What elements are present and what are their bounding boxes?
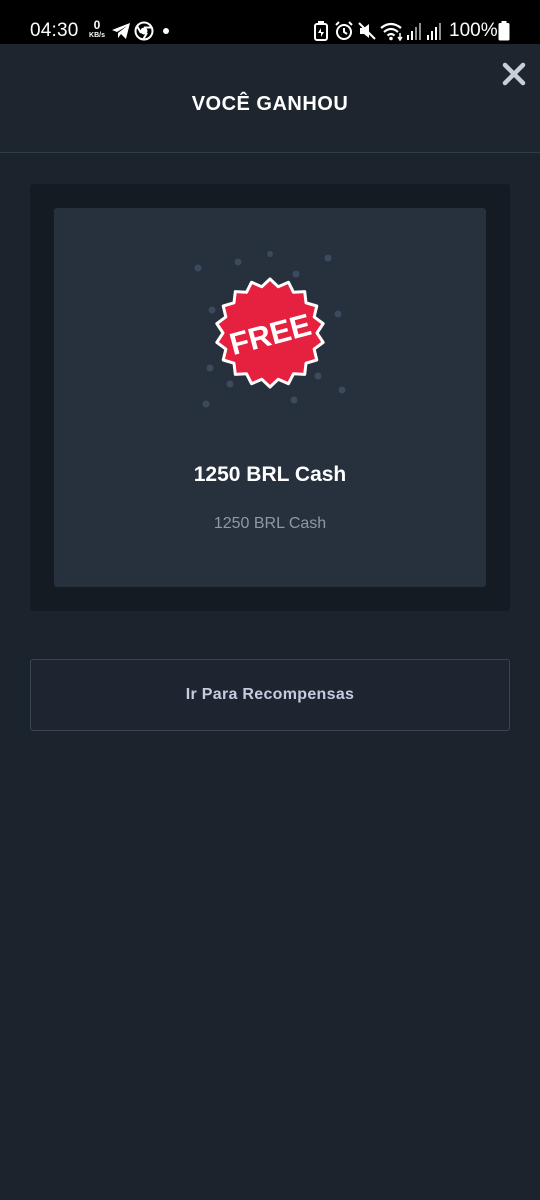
status-bar: 04:30 0 KB/s 100%: [0, 0, 540, 44]
telegram-icon: [112, 23, 130, 39]
signal-icon: [427, 23, 441, 40]
signal-icon: [407, 23, 421, 40]
free-badge-icon: FREE: [194, 251, 346, 408]
sheet-header: VOCÊ GANHOU: [0, 44, 540, 153]
battery-saver-icon: [314, 21, 328, 41]
close-icon[interactable]: [502, 62, 526, 86]
chrome-icon: [134, 21, 154, 41]
reward-sheet: VOCÊ GANHOU FREE 1250 BRL Cash 1250 BRL …: [0, 44, 540, 1200]
status-time: 04:30: [30, 20, 79, 41]
network-speed-value: 0: [93, 18, 101, 32]
wifi-icon: [380, 22, 403, 41]
close-button[interactable]: [498, 58, 530, 90]
reward-name: 1250 BRL Cash: [193, 463, 347, 486]
network-speed: 0 KB/s: [87, 18, 107, 40]
dot-icon: [163, 28, 169, 34]
battery-icon: [498, 21, 510, 41]
page-title: VOCÊ GANHOU: [191, 93, 349, 115]
mute-icon: [358, 22, 376, 40]
reward-card: FREE 1250 BRL Cash 1250 BRL Cash: [54, 208, 486, 587]
reward-panel: FREE 1250 BRL Cash 1250 BRL Cash: [30, 184, 510, 611]
go-to-rewards-button[interactable]: Ir Para Recompensas: [30, 659, 510, 731]
network-speed-unit: KB/s: [89, 32, 105, 39]
battery-percent: 100%: [449, 20, 498, 41]
alarm-icon: [335, 21, 353, 40]
reward-description: 1250 BRL Cash: [213, 515, 327, 532]
